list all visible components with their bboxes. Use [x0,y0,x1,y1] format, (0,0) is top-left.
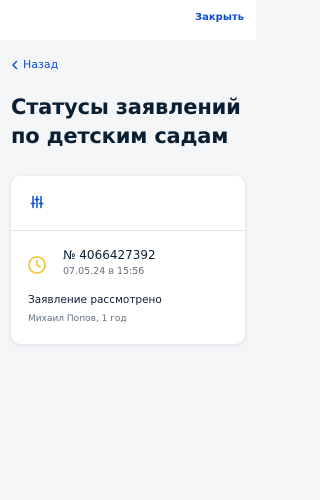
back-label: Назад [23,58,59,71]
applications-card: № 4066427392 07.05.24 в 15:56 Заявление … [11,176,245,344]
application-status: Заявление рассмотрено [28,294,162,306]
chevron-left-icon [12,60,18,69]
application-child: Михаил Попов, 1 год [28,314,127,324]
top-bar: Закрыть [0,0,256,40]
filter-sliders-icon [30,195,44,209]
card-divider [11,230,245,231]
filter-button[interactable] [27,193,47,211]
page-title: Статусы заявлений по детским садам [11,95,241,148]
application-number: № 4066427392 [63,248,156,262]
application-date: 07.05.24 в 15:56 [63,266,145,277]
clock-icon [28,256,46,274]
close-button[interactable]: Закрыть [195,12,244,23]
back-button[interactable]: Назад [11,58,58,71]
